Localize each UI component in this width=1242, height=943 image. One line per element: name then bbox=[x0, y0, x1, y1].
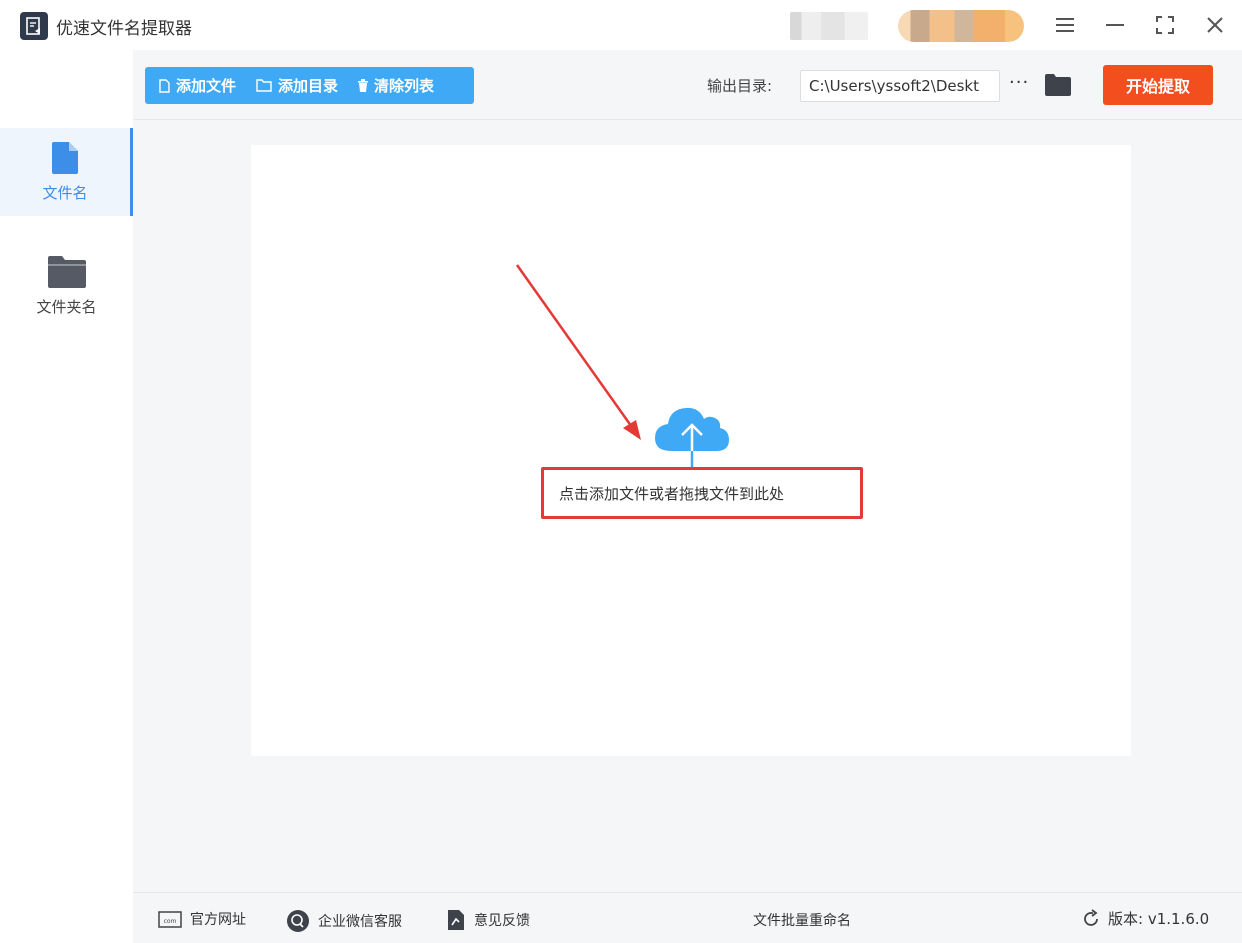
file-button-group: 添加文件 添加目录 清除列表 bbox=[145, 67, 474, 104]
add-file-label: 添加文件 bbox=[176, 77, 237, 95]
wechat-service-label: 企业微信客服 bbox=[318, 914, 402, 930]
refresh-icon bbox=[1084, 908, 1098, 926]
menu-icon[interactable] bbox=[1050, 10, 1080, 40]
app-title: 优速文件名提取器 bbox=[56, 19, 192, 39]
add-directory-button[interactable]: 添加目录 bbox=[256, 75, 338, 96]
folder-outline-icon bbox=[256, 79, 272, 92]
sidebar-item-foldername[interactable]: 文件夹名 bbox=[0, 242, 133, 330]
annotation-arrow bbox=[515, 264, 641, 440]
output-dir-label: 输出目录: bbox=[707, 77, 773, 95]
wechat-icon bbox=[287, 910, 309, 932]
toolbar: 添加文件 添加目录 清除列表 输出目录: C:\Users\yssoft2\De… bbox=[133, 50, 1242, 120]
sidebar-item-label: 文件夹名 bbox=[36, 297, 97, 316]
feedback-icon bbox=[448, 910, 464, 930]
clear-list-button[interactable]: 清除列表 bbox=[358, 75, 434, 96]
trash-icon bbox=[358, 79, 369, 92]
feedback-link[interactable]: 意见反馈 bbox=[446, 909, 530, 931]
file-icon bbox=[52, 141, 78, 174]
output-dir-input[interactable]: C:\Users\yssoft2\Deskt bbox=[800, 70, 1000, 102]
add-directory-label: 添加目录 bbox=[278, 77, 339, 95]
more-options-button[interactable]: ··· bbox=[1009, 72, 1029, 93]
file-outline-icon bbox=[159, 78, 170, 93]
feedback-label: 意见反馈 bbox=[474, 913, 530, 929]
app-logo-icon bbox=[20, 12, 48, 40]
minimize-icon[interactable] bbox=[1100, 10, 1130, 40]
svg-text:com: com bbox=[164, 918, 177, 925]
add-file-button[interactable]: 添加文件 bbox=[159, 75, 236, 96]
wechat-service-link[interactable]: 企业微信客服 bbox=[286, 909, 402, 933]
folder-icon bbox=[47, 255, 86, 288]
user-avatar[interactable] bbox=[790, 12, 868, 40]
version-info[interactable]: 版本: v1.1.6.0 bbox=[1081, 908, 1209, 929]
website-icon: com bbox=[158, 910, 182, 928]
start-extract-button[interactable]: 开始提取 bbox=[1103, 65, 1213, 105]
sidebar-item-label: 文件名 bbox=[42, 183, 88, 202]
footer: com 官方网址 企业微信客服 意见反馈 文件批量重命名 版本: v1.1.6.… bbox=[133, 892, 1242, 943]
clear-list-label: 清除列表 bbox=[374, 77, 435, 95]
cloud-upload-icon[interactable] bbox=[653, 403, 731, 467]
sidebar-item-filename[interactable]: 文件名 bbox=[0, 128, 133, 216]
drop-zone[interactable]: 点击添加文件或者拖拽文件到此处 bbox=[251, 145, 1131, 756]
drop-hint-text[interactable]: 点击添加文件或者拖拽文件到此处 bbox=[541, 467, 863, 519]
close-icon[interactable] bbox=[1200, 10, 1230, 40]
version-label: 版本: v1.1.6.0 bbox=[1108, 910, 1210, 928]
title-bar: 优速文件名提取器 bbox=[0, 0, 1242, 50]
maximize-icon[interactable] bbox=[1150, 10, 1180, 40]
open-folder-icon[interactable] bbox=[1045, 74, 1071, 100]
official-website-label: 官方网址 bbox=[190, 912, 246, 928]
sidebar: 文件名 文件夹名 bbox=[0, 50, 133, 943]
main-area: 添加文件 添加目录 清除列表 输出目录: C:\Users\yssoft2\De… bbox=[133, 50, 1242, 943]
batch-rename-text[interactable]: 文件批量重命名 bbox=[753, 910, 851, 930]
vip-badge[interactable] bbox=[898, 10, 1024, 42]
official-website-link[interactable]: com 官方网址 bbox=[158, 909, 246, 929]
